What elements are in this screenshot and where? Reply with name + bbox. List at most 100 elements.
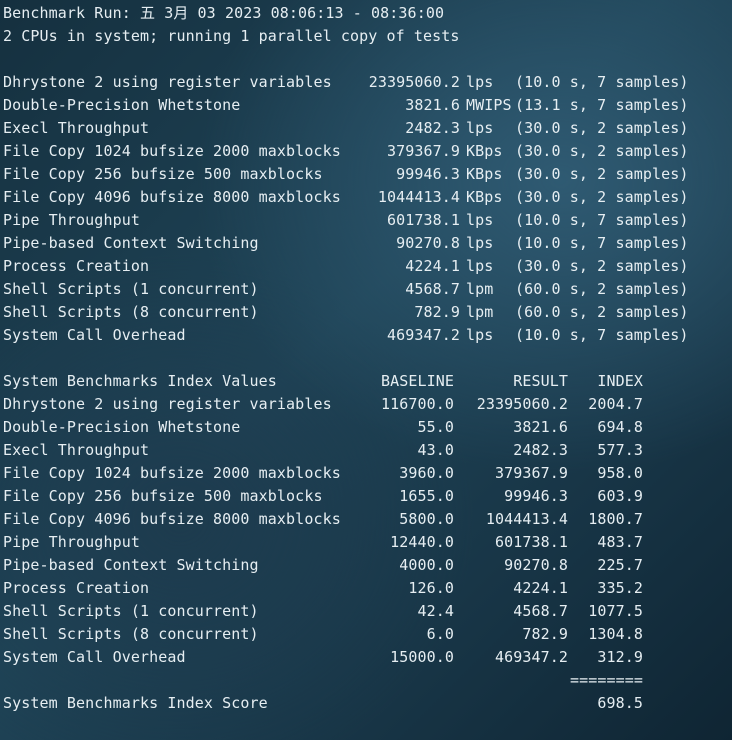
index-row: Double-Precision Whetstone 55.0 3821.6 6… (3, 416, 731, 439)
index-row: File Copy 4096 bufsize 8000 maxblocks 58… (3, 508, 731, 531)
result-name: File Copy 256 bufsize 500 maxblocks (3, 165, 323, 183)
result-name: Shell Scripts (1 concurrent) (3, 280, 259, 298)
index-row-result: 782.9 (522, 625, 568, 643)
index-row-name: Dhrystone 2 using register variables (3, 395, 332, 413)
index-row-index: 2004.7 (588, 395, 643, 413)
result-unit: KBps (466, 142, 503, 160)
result-value: 3821.6 (405, 96, 460, 114)
result-value: 90270.8 (396, 234, 460, 252)
result-unit: lps (466, 119, 494, 137)
result-detail: (10.0 s, 7 samples) (515, 73, 689, 91)
result-name: Pipe Throughput (3, 211, 140, 229)
result-detail: (30.0 s, 2 samples) (515, 257, 689, 275)
index-row-baseline: 1655.0 (399, 487, 454, 505)
result-column-header: RESULT (513, 372, 568, 390)
result-unit: lps (466, 234, 494, 252)
index-row-result: 379367.9 (494, 464, 568, 482)
result-detail: (30.0 s, 2 samples) (515, 119, 689, 137)
index-row-name: File Copy 4096 bufsize 8000 maxblocks (3, 510, 341, 528)
index-row-result: 3821.6 (513, 418, 568, 436)
result-row: File Copy 4096 bufsize 8000 maxblocks 10… (3, 186, 731, 209)
index-row-index: 1800.7 (588, 510, 643, 528)
index-row-result: 99946.3 (504, 487, 568, 505)
index-row-result: 601738.1 (494, 533, 568, 551)
index-row-baseline: 15000.0 (390, 648, 454, 666)
index-row-index: 225.7 (597, 556, 643, 574)
result-value: 99946.3 (396, 165, 460, 183)
result-name: Execl Throughput (3, 119, 150, 137)
result-value: 23395060.2 (368, 73, 460, 91)
result-row: Shell Scripts (8 concurrent) 782.9 lpm (… (3, 301, 731, 324)
result-unit: lpm (466, 280, 494, 298)
index-row-result: 90270.8 (504, 556, 568, 574)
index-row-index: 1304.8 (588, 625, 643, 643)
index-score-label: System Benchmarks Index Score (3, 694, 268, 712)
result-detail: (30.0 s, 2 samples) (515, 142, 689, 160)
result-name: System Call Overhead (3, 326, 186, 344)
result-value: 4568.7 (405, 280, 460, 298)
index-row-result: 4224.1 (513, 579, 568, 597)
index-row-name: Pipe Throughput (3, 533, 140, 551)
index-row-baseline: 4000.0 (399, 556, 454, 574)
index-row: Pipe-based Context Switching 4000.0 9027… (3, 554, 731, 577)
baseline-column-header: BASELINE (380, 372, 454, 390)
result-value: 4224.1 (405, 257, 460, 275)
index-row: Shell Scripts (1 concurrent) 42.4 4568.7… (3, 600, 731, 623)
result-row: File Copy 256 bufsize 500 maxblocks 9994… (3, 163, 731, 186)
result-unit: lps (466, 326, 494, 344)
result-name: Double-Precision Whetstone (3, 96, 241, 114)
index-row-name: File Copy 1024 bufsize 2000 maxblocks (3, 464, 341, 482)
cpu-info-line: 2 CPUs in system; running 1 parallel cop… (3, 27, 460, 45)
result-name: File Copy 4096 bufsize 8000 maxblocks (3, 188, 341, 206)
index-row: Dhrystone 2 using register variables 116… (3, 393, 731, 416)
index-row-result: 23395060.2 (476, 395, 568, 413)
index-row-index: 577.3 (597, 441, 643, 459)
result-unit: KBps (466, 165, 503, 183)
result-detail: (10.0 s, 7 samples) (515, 326, 689, 344)
index-row-baseline: 43.0 (417, 441, 454, 459)
benchmark-run-line: Benchmark Run: 五 3月 03 2023 08:06:13 - 0… (3, 4, 445, 22)
index-row-index: 312.9 (597, 648, 643, 666)
separator-row: ======== (3, 669, 731, 692)
result-row: File Copy 1024 bufsize 2000 maxblocks 37… (3, 140, 731, 163)
index-table-title: System Benchmarks Index Values (3, 372, 277, 390)
index-row: File Copy 256 bufsize 500 maxblocks 1655… (3, 485, 731, 508)
result-detail: (10.0 s, 7 samples) (515, 211, 689, 229)
index-row-index: 335.2 (597, 579, 643, 597)
index-row-index: 603.9 (597, 487, 643, 505)
result-value: 782.9 (414, 303, 460, 321)
index-row-index: 1077.5 (588, 602, 643, 620)
index-row-baseline: 6.0 (426, 625, 454, 643)
result-unit: lps (466, 211, 494, 229)
result-row: Shell Scripts (1 concurrent) 4568.7 lpm … (3, 278, 731, 301)
index-row: Execl Throughput 43.0 2482.3 577.3 (3, 439, 731, 462)
index-score-row: System Benchmarks Index Score 698.5 (3, 692, 731, 715)
result-row: Dhrystone 2 using register variables 233… (3, 71, 731, 94)
index-column-header: INDEX (597, 372, 643, 390)
index-row-baseline: 116700.0 (380, 395, 454, 413)
result-unit: lps (466, 73, 494, 91)
result-row: Process Creation 4224.1 lps (30.0 s, 2 s… (3, 255, 731, 278)
index-row-baseline: 3960.0 (399, 464, 454, 482)
index-row-name: Shell Scripts (8 concurrent) (3, 625, 259, 643)
result-value: 379367.9 (386, 142, 460, 160)
index-row-baseline: 126.0 (408, 579, 454, 597)
index-row-result: 4568.7 (513, 602, 568, 620)
result-row: System Call Overhead 469347.2 lps (10.0 … (3, 324, 731, 347)
terminal-output: Benchmark Run: 五 3月 03 2023 08:06:13 - 0… (0, 0, 732, 740)
result-detail: (30.0 s, 2 samples) (515, 188, 689, 206)
index-row-index: 483.7 (597, 533, 643, 551)
index-row-name: Double-Precision Whetstone (3, 418, 241, 436)
result-unit: MWIPS (466, 96, 512, 114)
index-row-name: Shell Scripts (1 concurrent) (3, 602, 259, 620)
index-row-result: 2482.3 (513, 441, 568, 459)
index-row-name: Process Creation (3, 579, 150, 597)
index-row-index: 958.0 (597, 464, 643, 482)
result-unit: lps (466, 257, 494, 275)
index-score-value: 698.5 (597, 694, 643, 712)
index-row: Shell Scripts (8 concurrent) 6.0 782.9 1… (3, 623, 731, 646)
index-row-name: Execl Throughput (3, 441, 150, 459)
result-row: Pipe-based Context Switching 90270.8 lps… (3, 232, 731, 255)
result-value: 601738.1 (386, 211, 460, 229)
result-name: Dhrystone 2 using register variables (3, 73, 332, 91)
